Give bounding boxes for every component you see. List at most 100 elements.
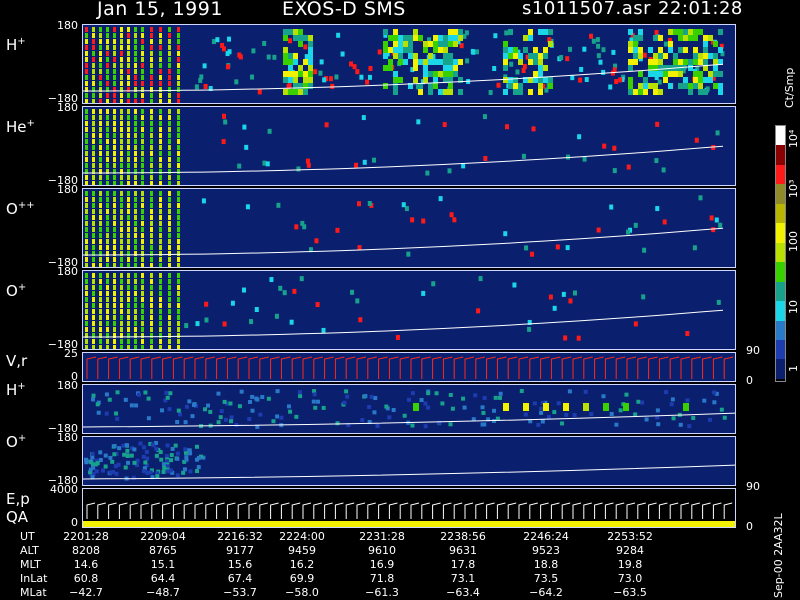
spectro-cell (177, 63, 180, 68)
spectro-cell (715, 130, 720, 136)
spectro-cell (223, 417, 228, 422)
title-date: Jan 15, 1991 (97, 0, 223, 20)
spectro-cell (141, 221, 144, 226)
spectro-cell (168, 203, 171, 208)
panel-label-text: E,p (6, 490, 30, 508)
spectro-cell (106, 245, 109, 250)
spectro-cell (159, 257, 162, 262)
spectro-cell (99, 99, 102, 103)
spectro-cell (92, 139, 95, 144)
spectro-cell (92, 273, 95, 278)
spectro-cell (546, 414, 551, 419)
spectro-cell (503, 53, 508, 59)
panel-4 (82, 352, 736, 382)
spectro-cell (134, 115, 137, 120)
spectro-cell (141, 151, 144, 156)
table-cell: 8765 (149, 544, 177, 557)
spectro-cell (628, 83, 633, 89)
spectro-cell (687, 424, 692, 429)
spectro-cell (141, 309, 144, 314)
spectro-cell (123, 397, 128, 402)
spectro-cell (159, 133, 162, 138)
spectro-cell (92, 69, 95, 74)
spectro-cell (120, 279, 123, 284)
spectro-cell (127, 345, 130, 349)
panel-label-sup: + (17, 433, 27, 444)
spectro-cell (177, 209, 180, 214)
spectro-cell (528, 53, 533, 59)
table-cell: −61.3 (365, 586, 399, 599)
spectro-cell (242, 124, 247, 130)
spectro-cell (638, 53, 643, 59)
spectro-cell (202, 63, 207, 69)
panel-spectrogram-5 (83, 389, 735, 429)
spectro-cell (698, 83, 703, 89)
panel-label-sup: ++ (17, 200, 35, 211)
spectro-cell (225, 51, 230, 57)
spectro-cell (177, 315, 180, 320)
spectro-cell (324, 122, 329, 128)
spectro-cell (289, 319, 294, 325)
spectro-cell (421, 290, 426, 296)
spectro-cell (134, 273, 137, 278)
spectro-cell (288, 409, 293, 414)
spectro-cell (288, 53, 293, 59)
spectro-cell (335, 227, 340, 233)
spectro-cell (85, 297, 88, 302)
spectro-cell (296, 166, 301, 172)
spectro-cell (648, 71, 653, 77)
spectro-cell (483, 155, 488, 161)
spectro-cell (393, 53, 398, 59)
spectro-cell (168, 245, 171, 250)
spectro-cell (528, 59, 533, 65)
spectro-cell (106, 133, 109, 138)
spectro-cell (164, 454, 169, 459)
spectro-cell (609, 411, 614, 416)
spectro-cell (141, 227, 144, 232)
spectro-cell (543, 65, 548, 71)
spectro-cell (614, 79, 619, 85)
spectro-cell (134, 139, 137, 144)
spectro-cell (448, 53, 453, 59)
spectro-cell (120, 45, 123, 50)
spectro-cell (434, 391, 439, 396)
spectro-cell (99, 227, 102, 232)
spectro-cell (85, 339, 88, 344)
spectro-cell (141, 233, 144, 238)
spectro-cell (176, 408, 181, 413)
spectro-cell (85, 109, 88, 114)
spectro-cell (113, 327, 116, 332)
spectro-cell (106, 81, 109, 86)
spectro-cell (250, 394, 255, 399)
spectro-cell (712, 390, 717, 395)
spectro-cell (168, 87, 171, 92)
spectro-cell (719, 407, 724, 412)
spectro-cell (655, 206, 660, 212)
spectro-cell (141, 297, 144, 302)
panel-label-text: O (6, 282, 18, 300)
spectro-cell (653, 71, 658, 77)
spectro-cell (168, 257, 171, 262)
spectro-cell (150, 251, 153, 256)
spectro-cell (177, 99, 180, 103)
spectro-cell (643, 89, 648, 95)
spectro-cell (106, 93, 109, 98)
spectro-cell (508, 77, 513, 83)
spectro-cell (92, 203, 95, 208)
spectro-cell (194, 444, 199, 449)
spectro-cell (249, 319, 254, 325)
spectro-cell (628, 77, 633, 83)
spectro-cell (298, 394, 303, 399)
spectro-cell (168, 151, 171, 156)
spectro-cell (120, 109, 123, 114)
spectro-cell (658, 59, 663, 65)
table-cell: 2201:28 (63, 530, 109, 543)
spectro-cell (141, 115, 144, 120)
spectro-cell (92, 121, 95, 126)
spectro-cell (99, 45, 102, 50)
spectro-cell (168, 169, 171, 174)
spectro-cell (262, 40, 267, 46)
spectro-cell (165, 395, 170, 400)
spectro-cell (124, 443, 129, 448)
spectro-cell (85, 175, 88, 180)
